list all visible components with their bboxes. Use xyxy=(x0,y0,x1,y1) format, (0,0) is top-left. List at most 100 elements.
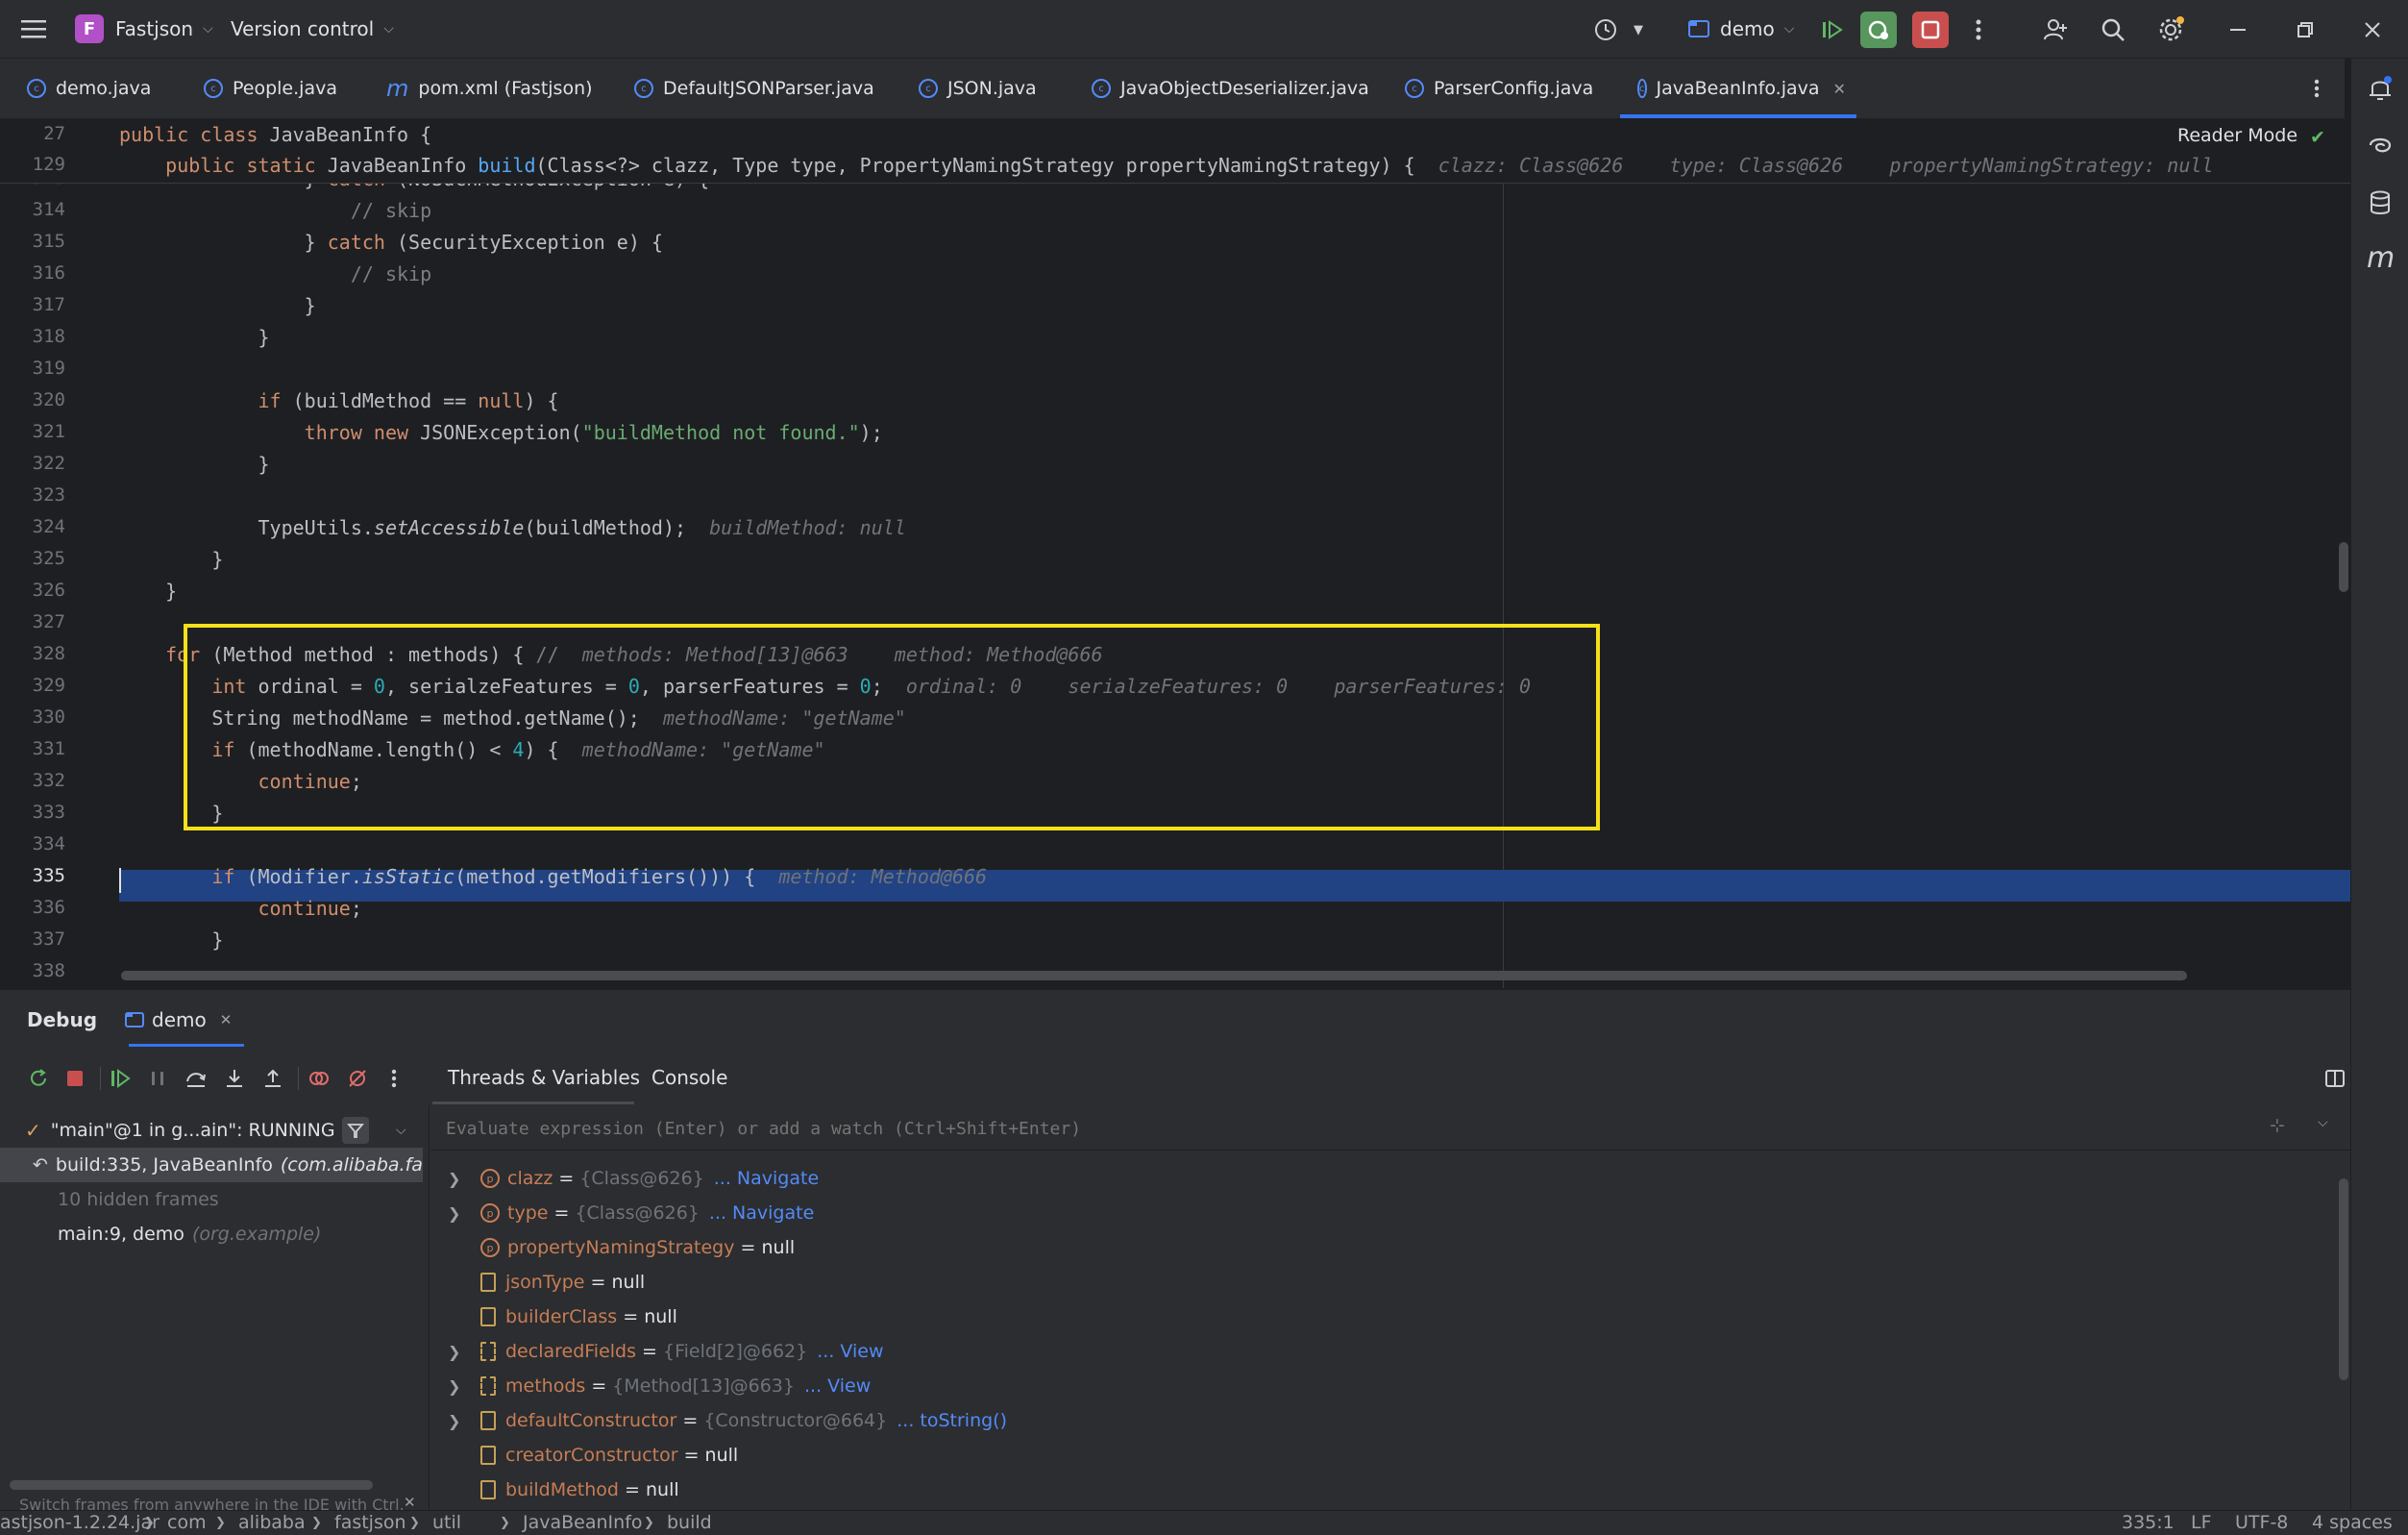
variable-action-link[interactable]: ... Navigate xyxy=(714,1168,819,1189)
line-number[interactable]: 330 xyxy=(0,706,65,728)
variable-row[interactable]: ❯ p clazz = {Class@626} ... Navigate xyxy=(430,1161,2314,1196)
step-over-icon[interactable] xyxy=(184,1067,208,1090)
line-number[interactable]: 338 xyxy=(0,960,65,981)
line-number[interactable]: 319 xyxy=(0,358,65,379)
profiler-icon[interactable] xyxy=(1587,12,1624,48)
code-line-335[interactable]: if (Modifier.isStatic(method.getModifier… xyxy=(119,865,987,888)
code-line-318[interactable]: } xyxy=(119,326,269,349)
sticky-line-129[interactable]: public static JavaBeanInfo build(Class<?… xyxy=(119,154,2213,177)
line-number[interactable]: 322 xyxy=(0,453,65,474)
breadcrumb-item[interactable]: util xyxy=(432,1511,461,1535)
settings-gear-icon[interactable] xyxy=(2152,12,2189,48)
line-number[interactable]: 317 xyxy=(0,294,65,315)
tab-threads-variables[interactable]: Threads & Variables xyxy=(448,1050,640,1105)
expand-arrow-icon[interactable]: ❯ xyxy=(448,1343,460,1361)
minimize-icon[interactable] xyxy=(2220,12,2256,48)
line-number[interactable]: 318 xyxy=(0,326,65,347)
line-number[interactable]: 337 xyxy=(0,928,65,950)
code-editor[interactable]: 27 public class JavaBeanInfo { 129 publi… xyxy=(0,119,2350,988)
close-tab-icon[interactable]: ✕ xyxy=(1833,80,1846,98)
line-number[interactable]: 336 xyxy=(0,897,65,918)
file-encoding[interactable]: UTF-8 xyxy=(2235,1511,2288,1535)
run-config-selector[interactable]: demo ⌵ xyxy=(1687,0,1794,58)
breadcrumb-item[interactable]: JavaBeanInfo xyxy=(523,1511,643,1535)
code-line-326[interactable]: } xyxy=(119,580,177,603)
layout-settings-icon[interactable] xyxy=(2323,1067,2347,1090)
expand-arrow-icon[interactable]: ❯ xyxy=(448,1412,460,1430)
line-number[interactable]: 323 xyxy=(0,484,65,506)
line-number[interactable]: 314 xyxy=(0,199,65,220)
code-line-316[interactable]: // skip xyxy=(119,262,431,285)
code-line-336[interactable]: continue; xyxy=(119,897,362,920)
tab-people-java[interactable]: c People.java xyxy=(204,59,337,118)
code-line-320[interactable]: if (buildMethod == null) { xyxy=(119,389,559,412)
main-menu-icon[interactable] xyxy=(21,0,46,58)
notifications-bell-icon[interactable] xyxy=(2367,74,2394,108)
variable-row[interactable]: ❯ defaultConstructor = {Constructor@664}.… xyxy=(430,1403,2314,1438)
code-line-319[interactable] xyxy=(119,358,165,381)
frames-horizontal-scrollbar[interactable] xyxy=(10,1480,373,1490)
variable-action-link[interactable]: ... toString() xyxy=(897,1410,1007,1431)
code-line-322[interactable]: } xyxy=(119,453,269,476)
debug-session-tab[interactable]: demo ✕ xyxy=(125,990,232,1050)
code-line-323[interactable] xyxy=(119,484,165,508)
variable-row[interactable]: ❯ declaredFields = {Field[2]@662} ... View xyxy=(430,1334,2314,1369)
vertical-scrollbar[interactable] xyxy=(2339,542,2348,592)
chevron-down-icon[interactable]: ⌵ xyxy=(2318,1115,2328,1130)
more-vertical-icon[interactable] xyxy=(382,1067,405,1090)
variable-action-link[interactable]: ... View xyxy=(804,1375,871,1397)
inspection-ok-icon[interactable]: ✔ xyxy=(2310,127,2325,148)
line-separator[interactable]: LF xyxy=(2191,1511,2212,1535)
rerun-debug-icon[interactable] xyxy=(1860,12,1897,48)
code-line-321[interactable]: throw new JSONException("buildMethod not… xyxy=(119,421,883,444)
resume-run-icon[interactable] xyxy=(1814,12,1851,48)
code-line-325[interactable]: } xyxy=(119,548,223,571)
code-line-315[interactable]: } catch (SecurityException e) { xyxy=(119,231,663,254)
close-window-icon[interactable] xyxy=(2354,12,2391,48)
close-tab-icon[interactable]: ✕ xyxy=(220,1011,233,1028)
line-number[interactable]: 335 xyxy=(0,865,65,886)
line-number[interactable]: 326 xyxy=(0,580,65,601)
indent-setting[interactable]: 4 spaces xyxy=(2312,1511,2393,1535)
resume-program-icon[interactable] xyxy=(110,1067,133,1090)
breadcrumb-item[interactable]: fastjson xyxy=(334,1511,406,1535)
expand-arrow-icon[interactable]: ❯ xyxy=(448,1170,460,1188)
ai-assistant-icon[interactable] xyxy=(2367,132,2394,163)
restore-window-icon[interactable] xyxy=(2287,12,2323,48)
breadcrumb-item[interactable]: alibaba xyxy=(238,1511,306,1535)
stop-icon[interactable] xyxy=(1912,12,1949,48)
code-line-317[interactable]: } xyxy=(119,294,316,317)
add-watch-icon[interactable]: ⊹ xyxy=(2270,1115,2285,1136)
breadcrumb-item[interactable]: build xyxy=(667,1511,712,1535)
more-vertical-icon[interactable] xyxy=(1960,12,1997,48)
variable-row[interactable]: buildMethod = null xyxy=(430,1473,2314,1507)
line-number[interactable]: 324 xyxy=(0,516,65,537)
tab-defaultjsonparser-java[interactable]: c DefaultJSONParser.java xyxy=(634,59,874,118)
variable-action-link[interactable]: ... View xyxy=(817,1341,883,1362)
expand-arrow-icon[interactable]: ❯ xyxy=(448,1377,460,1396)
more-tabs-icon[interactable] xyxy=(2314,59,2320,118)
tab-parserconfig-java[interactable]: c ParserConfig.java xyxy=(1405,59,1593,118)
variables-vertical-scrollbar[interactable] xyxy=(2339,1178,2348,1380)
chevron-down-icon[interactable]: ⌵ xyxy=(396,1123,406,1138)
search-icon[interactable] xyxy=(2095,12,2131,48)
filter-icon[interactable] xyxy=(342,1117,369,1144)
line-number[interactable]: 325 xyxy=(0,548,65,569)
tab-javabeaninfo-java[interactable]: c JavaBeanInfo.java ✕ xyxy=(1620,59,1856,118)
pause-program-icon[interactable] xyxy=(146,1067,169,1090)
line-number[interactable]: 334 xyxy=(0,833,65,854)
tab-json-java[interactable]: c JSON.java xyxy=(919,59,1037,118)
line-number[interactable]: 331 xyxy=(0,738,65,759)
code-line-337[interactable]: } xyxy=(119,928,223,952)
code-line-324[interactable]: TypeUtils.setAccessible(buildMethod); bu… xyxy=(119,516,905,539)
line-number[interactable]: 333 xyxy=(0,802,65,823)
line-number[interactable]: 327 xyxy=(0,611,65,632)
thread-selector[interactable]: ✓ "main"@1 in g...ain": RUNNING ⌵ xyxy=(0,1113,429,1148)
variable-row[interactable]: ❯ methods = {Method[13]@663} ... View xyxy=(430,1369,2314,1403)
variable-row[interactable]: ❯ p type = {Class@626} ... Navigate xyxy=(430,1196,2314,1230)
variable-row[interactable]: builderClass = null xyxy=(430,1300,2314,1334)
breadcrumb-item[interactable]: astjson-1.2.24.jar xyxy=(0,1511,160,1535)
step-into-icon[interactable] xyxy=(223,1067,246,1090)
variable-row[interactable]: creatorConstructor = null xyxy=(430,1438,2314,1473)
line-number[interactable]: 321 xyxy=(0,421,65,442)
